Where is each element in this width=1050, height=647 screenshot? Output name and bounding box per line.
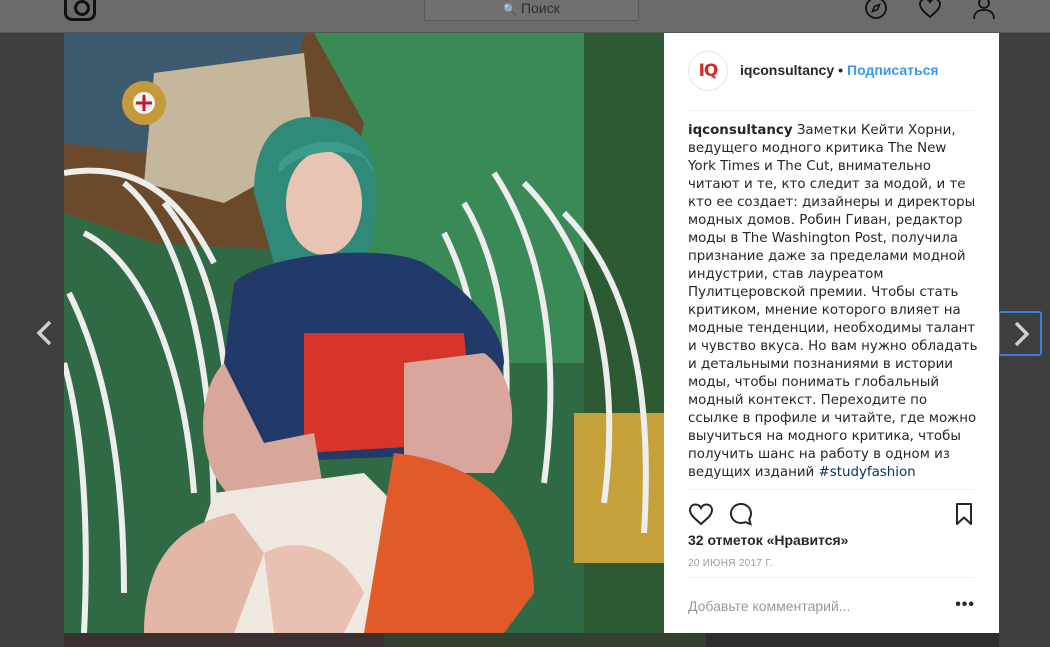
post-actions (688, 489, 975, 531)
chevron-right-icon (1014, 321, 1030, 347)
post-photo[interactable] (64, 33, 664, 633)
save-button[interactable] (951, 501, 977, 527)
more-options-button[interactable]: ••• (955, 596, 975, 614)
post-date: 20 ИЮНЯ 2017 Г. (688, 558, 773, 569)
background-thumbnail (385, 633, 705, 647)
post-header: IQ iqconsultancy • Подписаться (688, 51, 975, 111)
fashion-photo-image (64, 33, 664, 633)
caption-text: Заметки Кейти Хорни, ведущего модного кр… (688, 123, 978, 480)
instagram-logo-icon (64, 0, 96, 21)
search-placeholder: Поиск (520, 0, 560, 16)
chevron-left-icon (36, 320, 52, 346)
comment-area: Добавьте комментарий... ••• (688, 577, 975, 633)
likes-count[interactable]: 32 отметок «Нравится» (688, 532, 848, 548)
post-caption: iqconsultancy Заметки Кейти Хорни, ведущ… (688, 122, 978, 482)
background-thumbnail (706, 633, 999, 647)
comment-bubble-icon (729, 502, 753, 526)
explore-compass-icon (864, 0, 888, 20)
heart-icon (918, 0, 942, 20)
next-post-button[interactable] (998, 311, 1042, 356)
post-header-text: iqconsultancy • Подписаться (740, 62, 939, 78)
separator-dot: • (838, 62, 844, 78)
previous-post-button[interactable] (30, 316, 60, 350)
avatar-logo-text: IQ (698, 61, 719, 81)
background-search-input: 🔍 Поиск (424, 0, 639, 21)
comment-button[interactable] (728, 501, 754, 527)
like-button[interactable] (688, 501, 714, 527)
search-icon: 🔍 (503, 4, 517, 16)
follow-button[interactable]: Подписаться (847, 62, 939, 78)
heart-icon (688, 503, 714, 526)
profile-icon (972, 0, 996, 20)
caption-username-link[interactable]: iqconsultancy (688, 123, 793, 138)
post-details-panel: IQ iqconsultancy • Подписаться iqconsultan… (664, 33, 999, 633)
background-thumbnail (64, 633, 384, 647)
username-link[interactable]: iqconsultancy (740, 62, 834, 78)
comment-input[interactable]: Добавьте комментарий... (688, 598, 938, 614)
bookmark-icon (956, 503, 972, 525)
hashtag-link[interactable]: #studyfashion (819, 465, 916, 480)
background-header: 🔍 Поиск (0, 0, 1050, 33)
avatar[interactable]: IQ (688, 51, 728, 91)
